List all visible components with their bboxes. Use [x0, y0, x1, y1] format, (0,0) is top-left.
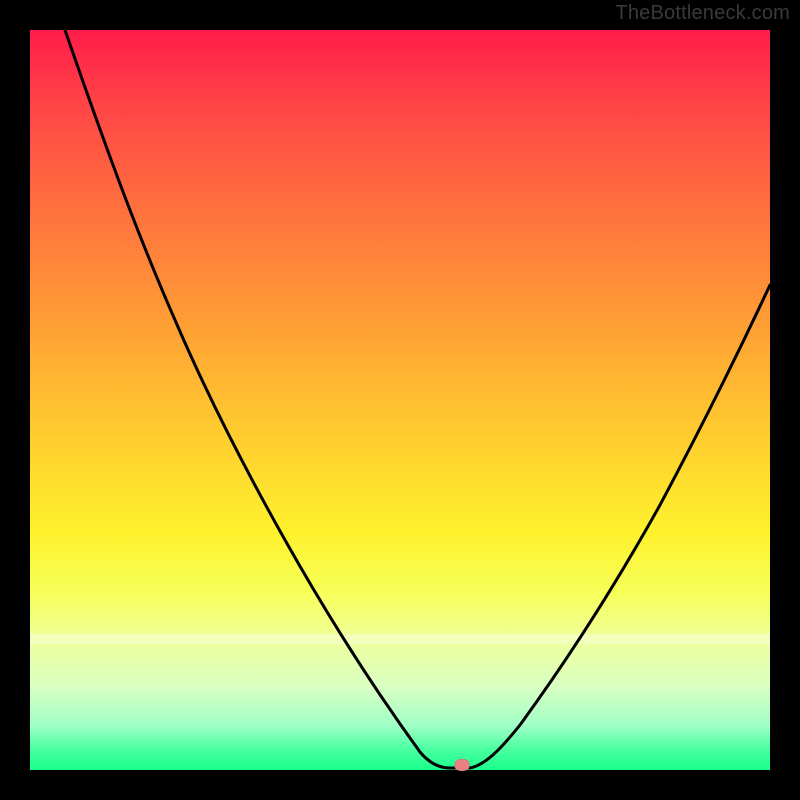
curve-path: [65, 30, 770, 768]
bottleneck-curve: [30, 30, 770, 770]
plot-area: [30, 30, 770, 770]
chart-frame: TheBottleneck.com: [0, 0, 800, 800]
optimum-marker: [455, 759, 470, 771]
highlight-band: [30, 634, 770, 644]
watermark: TheBottleneck.com: [615, 2, 790, 25]
